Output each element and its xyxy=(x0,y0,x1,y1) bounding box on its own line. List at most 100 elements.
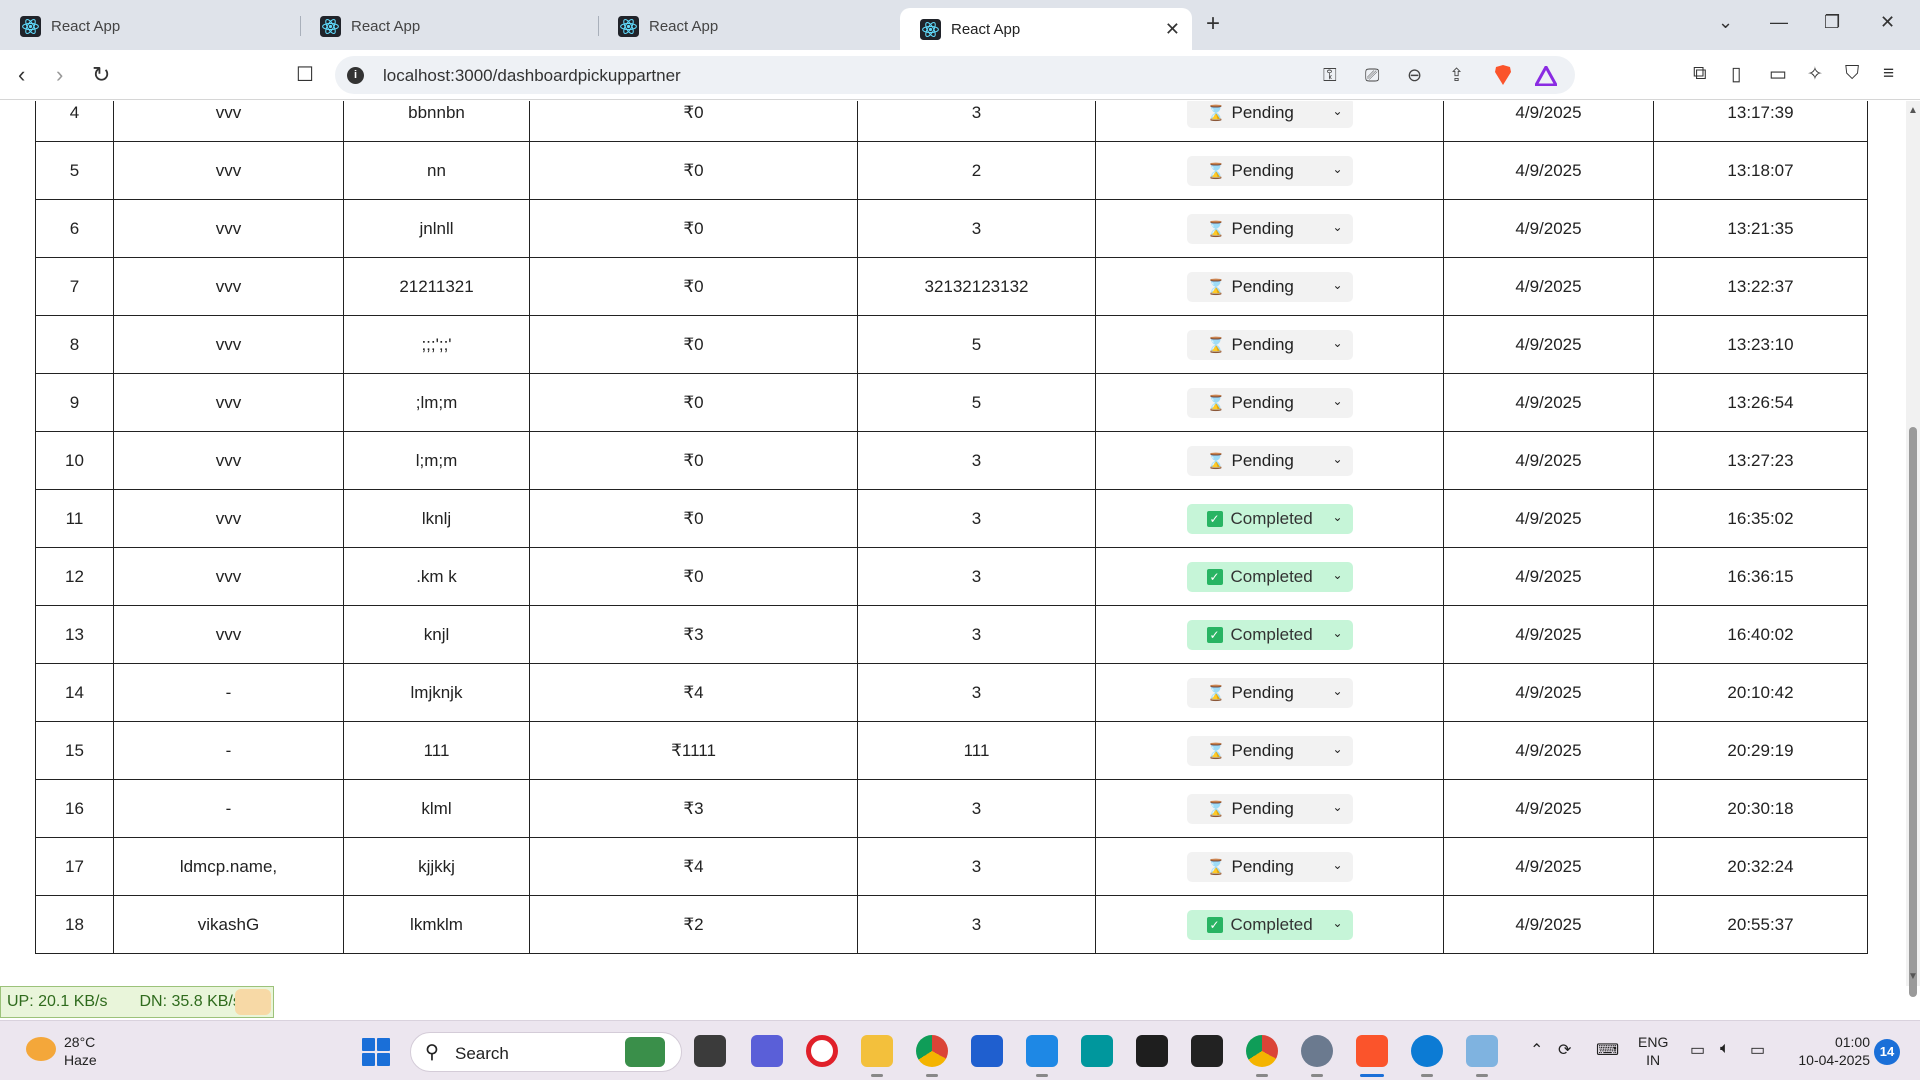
table-row: 14 - lmjknjk ₹4 3 ⌛ Pending ⌄ 4/9/2025 20:10:42 xyxy=(35,663,1868,722)
chevron-down-icon: ⌄ xyxy=(1332,915,1343,930)
status-select[interactable]: ✓ Completed ⌄ xyxy=(1186,561,1353,592)
chrome-profile-icon[interactable] xyxy=(1246,1035,1278,1077)
file-explorer-icon[interactable] xyxy=(861,1035,893,1077)
status-select[interactable]: ⌛ Pending ⌄ xyxy=(1186,445,1353,476)
order-time-cell: 13:17:39 xyxy=(1653,101,1868,142)
status-select[interactable]: ⌛ Pending ⌄ xyxy=(1186,213,1353,244)
status-select[interactable]: ⌛ Pending ⌄ xyxy=(1186,271,1353,302)
customer-name: vikashG xyxy=(197,914,260,934)
keyboard-icon[interactable]: ⌨ xyxy=(1596,1040,1619,1060)
mascot-icon xyxy=(235,989,271,1015)
microsoft-store-icon[interactable] xyxy=(971,1035,1003,1067)
start-button[interactable] xyxy=(362,1038,390,1066)
zoom-out-icon[interactable]: ⊖ xyxy=(1407,65,1422,86)
show-hidden-icons-chevron-icon[interactable]: ⌃ xyxy=(1530,1040,1543,1060)
amount-cell: ₹0 xyxy=(529,373,858,432)
item-name: jnlnll xyxy=(419,218,454,238)
taskbar-search[interactable]: ⚲ Search xyxy=(410,1032,682,1072)
site-info-icon[interactable]: i xyxy=(347,67,364,84)
item-name: 21211321 xyxy=(399,276,474,296)
status-select[interactable]: ✓ Completed ⌄ xyxy=(1186,503,1353,534)
extensions-icon[interactable]: ⧉ xyxy=(1693,63,1707,85)
status-select[interactable]: ⌛ Pending ⌄ xyxy=(1186,677,1353,708)
status-select[interactable]: ⌛ Pending ⌄ xyxy=(1186,387,1353,418)
arduino-icon[interactable] xyxy=(1081,1035,1113,1067)
amount: ₹0 xyxy=(683,218,704,238)
scroll-down-icon[interactable]: ▼ xyxy=(1908,971,1918,982)
page-scrollbar[interactable]: ▲ ▼ xyxy=(1906,101,1920,997)
key-icon[interactable]: ⚿ xyxy=(1323,65,1337,86)
customer-name-cell: ldmcp.name, xyxy=(113,837,344,896)
menu-icon[interactable]: ≡ xyxy=(1883,63,1894,85)
install-app-icon[interactable]: ⎚ xyxy=(1365,65,1379,86)
item-name-cell: jnlnll xyxy=(343,199,530,258)
chrome-icon[interactable] xyxy=(916,1035,948,1077)
status-select[interactable]: ⌛ Pending ⌄ xyxy=(1186,155,1353,186)
share-icon[interactable]: ⇪ xyxy=(1449,65,1464,86)
browser-tab-2[interactable]: React App xyxy=(300,8,598,44)
status-select[interactable]: ⌛ Pending ⌄ xyxy=(1186,735,1353,766)
scroll-thumb[interactable] xyxy=(1909,427,1917,997)
tab-title: React App xyxy=(351,17,421,35)
scroll-up-icon[interactable]: ▲ xyxy=(1908,105,1918,116)
close-tab-icon[interactable]: ✕ xyxy=(1165,19,1180,40)
order-time-cell: 16:35:02 xyxy=(1653,489,1868,548)
status-select[interactable]: ⌛ Pending ⌄ xyxy=(1186,851,1353,882)
settings-icon[interactable] xyxy=(1301,1035,1333,1077)
react-icon xyxy=(920,18,941,40)
status-select[interactable]: ⌛ Pending ⌄ xyxy=(1186,793,1353,824)
tab-search-chevron-icon[interactable]: ⌄ xyxy=(1718,12,1733,33)
leo-ai-icon[interactable]: ✧ xyxy=(1807,63,1823,86)
restore-icon[interactable]: ❐ xyxy=(1824,12,1840,33)
input-language[interactable]: ENG IN xyxy=(1638,1033,1668,1069)
brave-rewards-icon[interactable] xyxy=(1535,66,1557,86)
minimize-icon[interactable]: — xyxy=(1770,12,1788,33)
item-name-cell: 21211321 xyxy=(343,257,530,316)
snipping-tool-icon[interactable] xyxy=(1466,1035,1498,1077)
order-time-cell: 20:29:19 xyxy=(1653,721,1868,780)
browser-tab-3[interactable]: React App xyxy=(598,8,896,44)
search-icon: ⚲ xyxy=(425,1042,439,1063)
vscode-icon[interactable] xyxy=(1026,1035,1058,1077)
teams-chat-icon[interactable] xyxy=(751,1035,783,1067)
quantity: 3 xyxy=(971,450,982,470)
bookmark-icon[interactable]: ☐ xyxy=(296,62,314,87)
back-icon[interactable]: ‹ xyxy=(18,62,25,88)
status-select[interactable]: ✓ Completed ⌄ xyxy=(1186,909,1353,940)
url-text[interactable]: localhost:3000/dashboardpickuppartner xyxy=(383,66,681,86)
tab-strip: React App React App React App React App … xyxy=(0,0,1920,50)
system-clock[interactable]: 01:00 10-04-2025 xyxy=(1790,1033,1870,1069)
battery-icon[interactable]: ▭ xyxy=(1750,1040,1765,1060)
check-box-icon: ✓ xyxy=(1206,568,1223,585)
wallet-icon[interactable]: ▭ xyxy=(1769,63,1787,86)
opera-icon[interactable] xyxy=(806,1035,838,1067)
customer-name-cell: vvv xyxy=(113,547,344,606)
brave-shield-icon[interactable] xyxy=(1493,64,1513,86)
edge-icon[interactable] xyxy=(1411,1035,1443,1077)
tab-title: React App xyxy=(649,17,719,35)
notification-badge[interactable]: 14 xyxy=(1874,1039,1900,1065)
sync-icon[interactable]: ⟳ xyxy=(1558,1040,1571,1060)
volume-icon[interactable]: 🔈︎ xyxy=(1720,1040,1730,1058)
row-number-cell: 11 xyxy=(35,489,114,548)
vpn-icon[interactable]: ⛉ xyxy=(1845,63,1859,85)
figma-icon[interactable] xyxy=(1136,1035,1168,1067)
forward-icon[interactable]: › xyxy=(56,62,63,88)
status-label: Pending xyxy=(1231,740,1294,760)
browser-tab-4[interactable]: React App ✕ xyxy=(900,8,1192,50)
game-app-icon[interactable] xyxy=(1191,1035,1223,1067)
address-bar[interactable]: i localhost:3000/dashboardpickuppartner … xyxy=(335,56,1575,94)
status-select[interactable]: ⌛ Pending ⌄ xyxy=(1186,329,1353,360)
reload-icon[interactable]: ↻ xyxy=(92,62,110,88)
sidebar-icon[interactable]: ▯ xyxy=(1731,63,1741,86)
order-date: 4/9/2025 xyxy=(1515,450,1582,470)
new-tab-icon[interactable]: + xyxy=(1206,10,1220,38)
status-select[interactable]: ✓ Completed ⌄ xyxy=(1186,619,1353,650)
close-window-icon[interactable]: ✕ xyxy=(1880,12,1895,33)
browser-tab-1[interactable]: React App xyxy=(0,8,300,44)
order-time: 20:55:37 xyxy=(1727,914,1794,934)
brave-browser-icon[interactable] xyxy=(1356,1035,1388,1077)
status-select[interactable]: ⌛ Pending ⌄ xyxy=(1186,101,1353,128)
network-icon[interactable]: ▭ xyxy=(1690,1040,1705,1060)
task-view-icon[interactable] xyxy=(694,1035,726,1067)
